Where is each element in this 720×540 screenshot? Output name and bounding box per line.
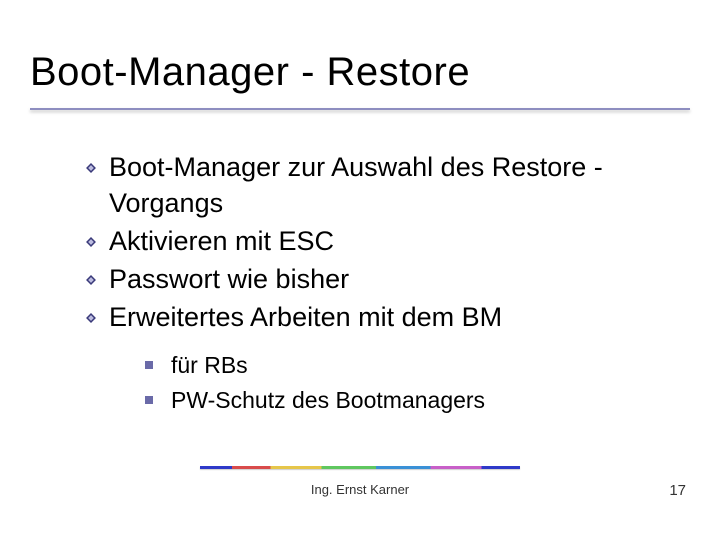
page-number: 17: [669, 482, 686, 499]
diamond-bullet-icon: [85, 162, 97, 174]
list-item: Passwort wie bisher: [85, 262, 685, 298]
square-bullet-icon: [145, 396, 153, 404]
list-item: für RBs: [145, 348, 685, 384]
slide: Boot-Manager - Restore Boot-Manager zur …: [0, 0, 720, 540]
sub-list: für RBs PW-Schutz des Bootmanagers: [145, 348, 685, 419]
list-item: Erweitertes Arbeiten mit dem BM: [85, 300, 685, 336]
sub-bullet-text: für RBs: [171, 352, 248, 378]
sub-bullet-text: PW-Schutz des Bootmanagers: [171, 387, 485, 413]
bullet-text: Aktivieren mit ESC: [109, 226, 334, 256]
list-item: Aktivieren mit ESC: [85, 224, 685, 260]
square-bullet-icon: [145, 361, 153, 369]
footer-divider: [200, 466, 520, 469]
bullet-text: Erweitertes Arbeiten mit dem BM: [109, 302, 502, 332]
diamond-bullet-icon: [85, 274, 97, 286]
list-item: PW-Schutz des Bootmanagers: [145, 383, 685, 419]
slide-title: Boot-Manager - Restore: [30, 50, 470, 95]
diamond-bullet-icon: [85, 312, 97, 324]
slide-body: Boot-Manager zur Auswahl des Restore -Vo…: [85, 150, 685, 419]
bullet-text: Boot-Manager zur Auswahl des Restore -Vo…: [109, 152, 603, 218]
footer-author: Ing. Ernst Karner: [0, 482, 720, 497]
bullet-text: Passwort wie bisher: [109, 264, 349, 294]
diamond-bullet-icon: [85, 236, 97, 248]
title-underline: [30, 108, 690, 110]
list-item: Boot-Manager zur Auswahl des Restore -Vo…: [85, 150, 685, 222]
